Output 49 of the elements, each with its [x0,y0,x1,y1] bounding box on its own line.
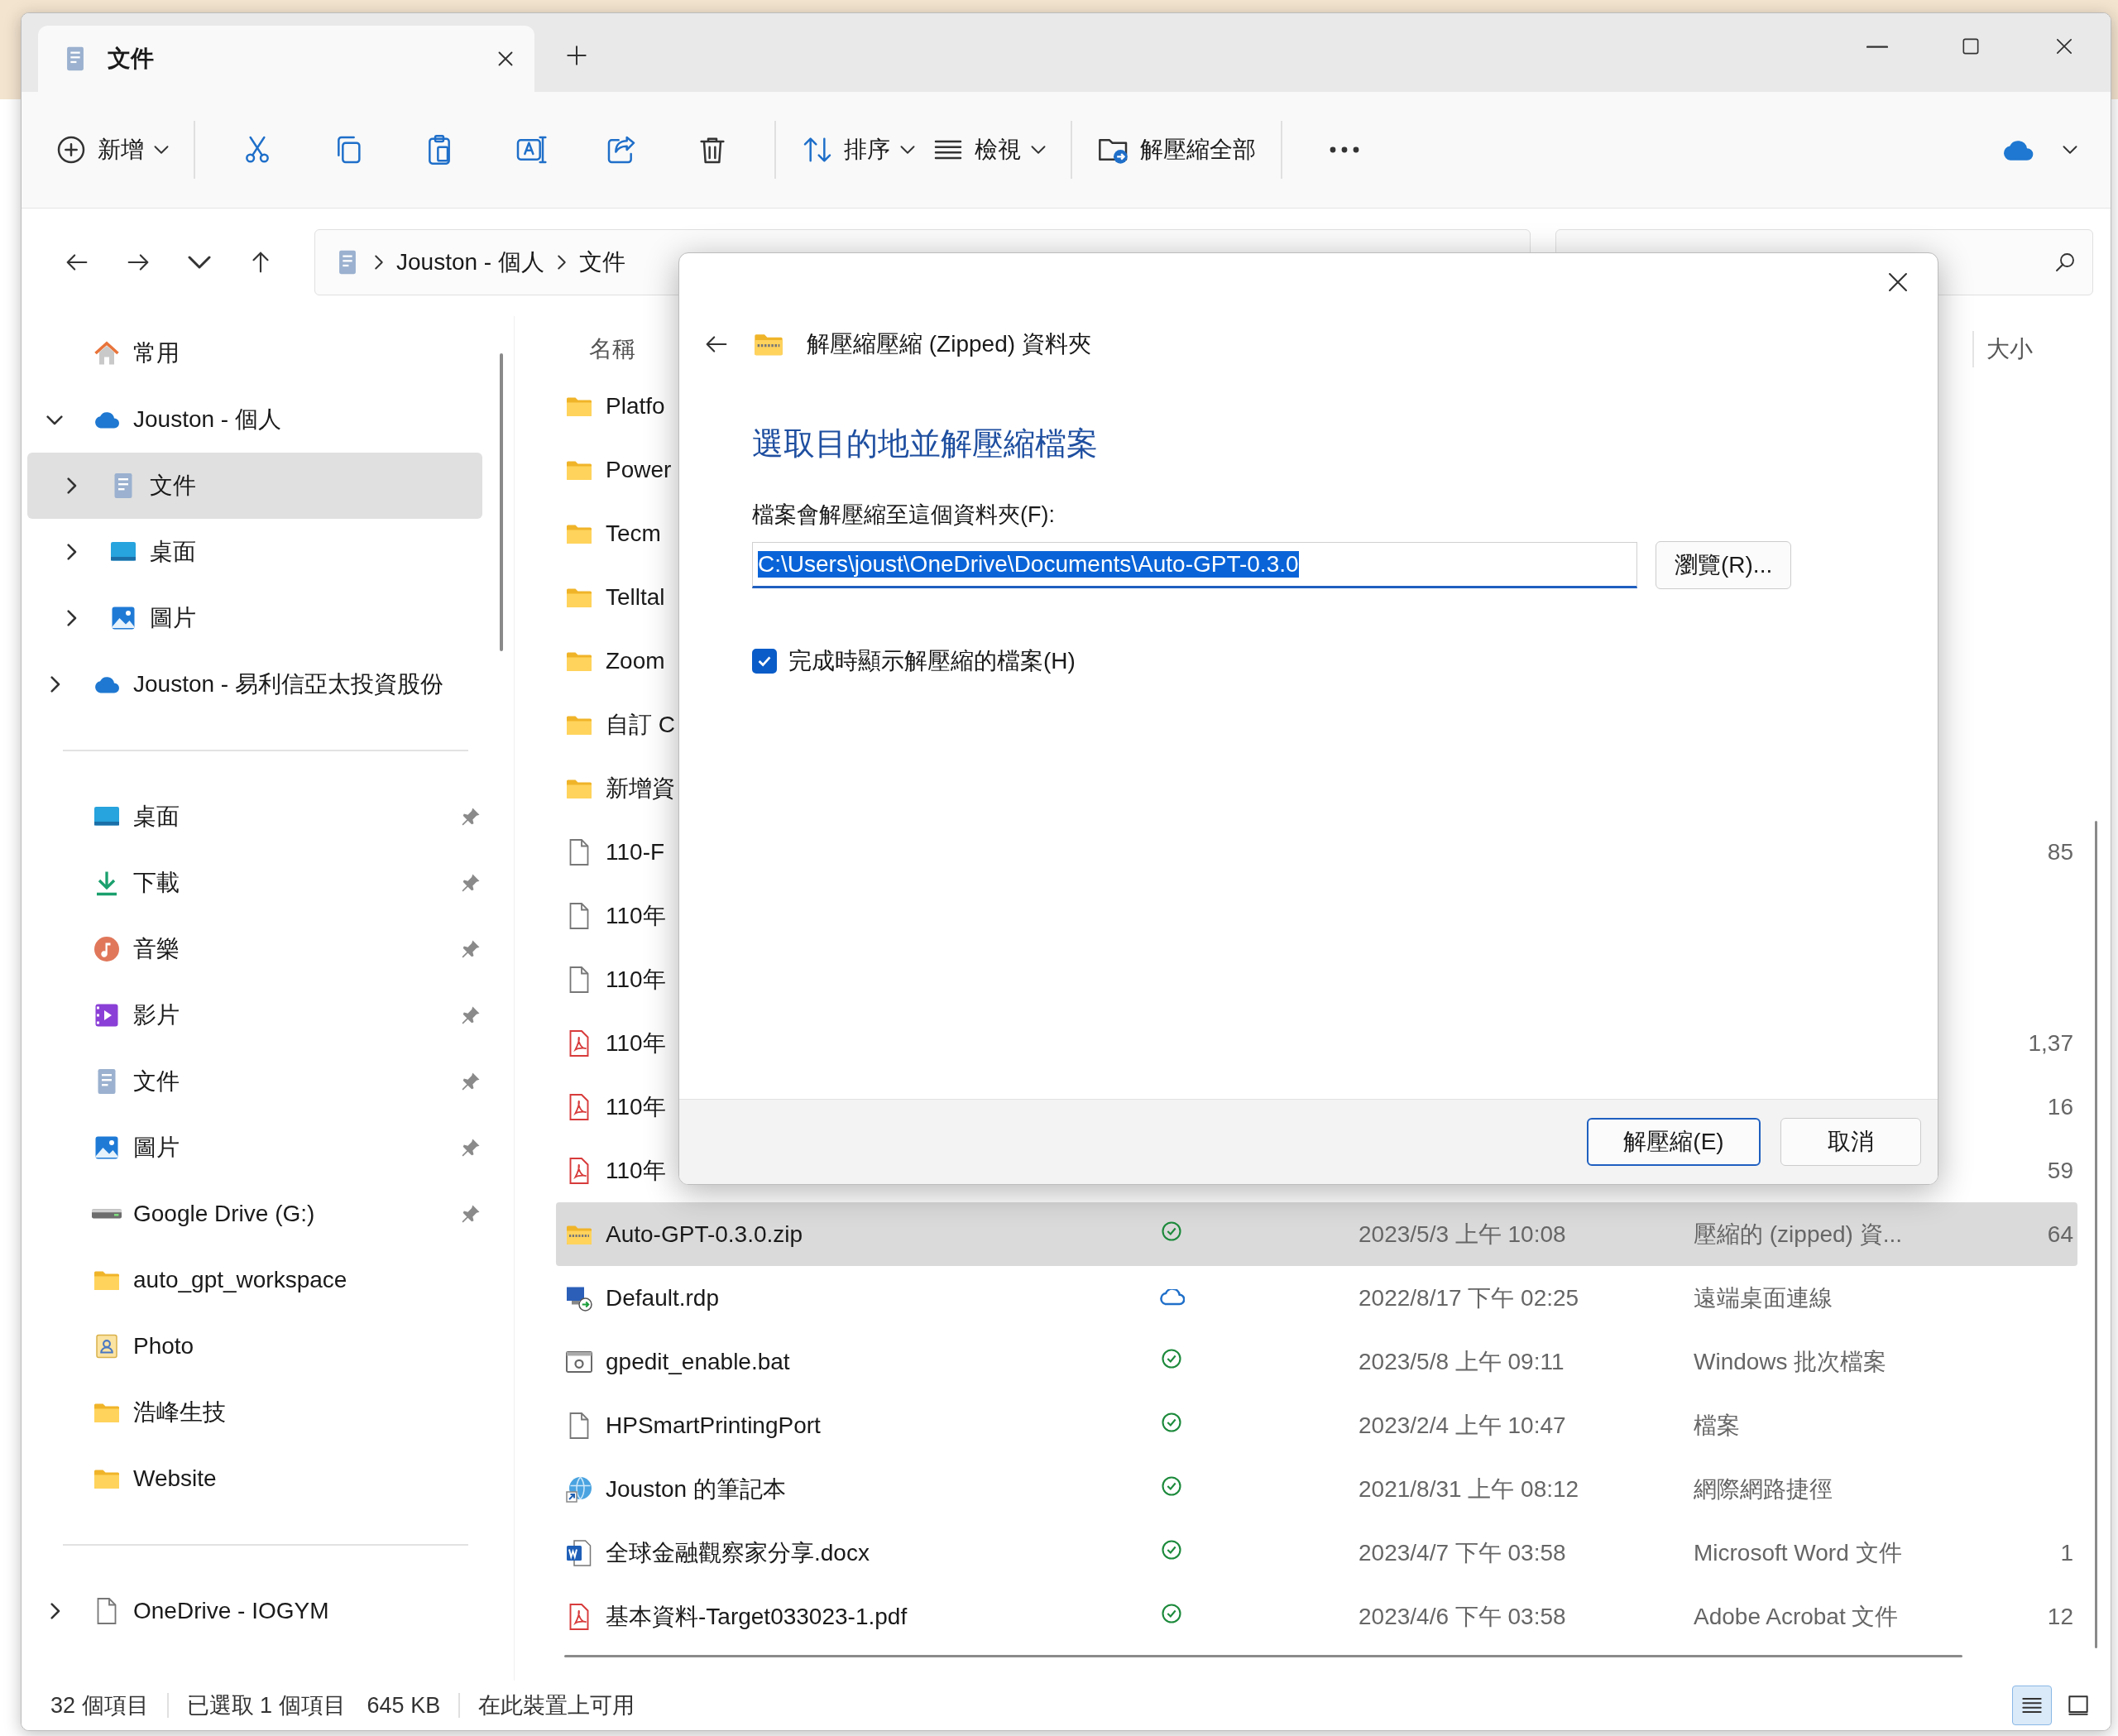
modified-date: 2023/5/3 上午 10:08 [1358,1220,1566,1247]
file-name: Power [606,456,672,483]
file-type: 遠端桌面連線 [1694,1284,1833,1311]
file-type: 檔案 [1694,1412,1740,1438]
file-type: Windows 批次檔案 [1694,1348,1887,1374]
file-name: 110年 [606,901,666,930]
file-name: Platfo [606,392,665,420]
checkbox-label: 完成時顯示解壓縮的檔案(H) [788,647,1076,675]
file-size: 1,37 [2028,1029,2073,1057]
modified-date: 2021/8/31 上午 08:12 [1358,1475,1579,1502]
file-name: 110年 [606,1156,666,1185]
dialog-heading: 選取目的地並解壓縮檔案 [752,425,1099,463]
file-name: Auto-GPT-0.3.0.zip [606,1220,803,1248]
file-name: Zoom [606,647,665,674]
file-type: Adobe Acrobat 文件 [1694,1603,1899,1629]
modified-date: 2023/5/8 上午 09:11 [1358,1348,1565,1374]
file-name: Default.rdp [606,1284,719,1312]
modified-date: 2023/2/4 上午 10:47 [1358,1412,1566,1438]
file-size: 1 [2060,1539,2073,1566]
modified-date: 2022/8/17 下午 02:25 [1358,1284,1579,1311]
dialog-title: 解壓縮壓縮 (Zipped) 資料夾 [807,330,1091,358]
file-name: Jouston 的筆記本 [606,1475,786,1503]
file-name: HPSmartPrintingPort [606,1412,821,1439]
file-name: 110年 [606,1029,666,1057]
file-name: Tecm [606,520,661,547]
file-name: 新增資 [606,774,675,803]
field-label: 檔案會解壓縮至這個資料夾(F): [752,501,1056,529]
file-name: 自訂 C [606,710,675,739]
selection-size: 645 KB [367,1692,441,1719]
item-count: 32 個項目 [50,1692,149,1719]
file-size: 59 [2047,1157,2073,1184]
file-name: 基本資料-Target033023-1.pdf [606,1602,908,1631]
selection-count: 已選取 1 個項目 [186,1692,346,1719]
file-type: 網際網路捷徑 [1694,1475,1833,1502]
file-size: 16 [2047,1093,2073,1120]
file-name: 110-F [606,838,665,866]
modified-date: 2023/4/7 下午 03:58 [1358,1539,1566,1566]
file-name: 110年 [606,965,666,994]
file-type: 壓縮的 (zipped) 資... [1694,1220,1903,1247]
file-name: gpedit_enable.bat [606,1348,790,1375]
file-name: 全球金融觀察家分享.docx [606,1538,870,1567]
availability-status: 在此裝置上可用 [478,1692,635,1719]
file-type: Microsoft Word 文件 [1694,1539,1902,1566]
file-name: 110年 [606,1092,666,1121]
file-size: 64 [2047,1220,2073,1248]
file-name: Telltal [606,583,665,611]
file-size: 12 [2047,1603,2073,1630]
modified-date: 2023/4/6 下午 03:58 [1358,1603,1566,1629]
file-size: 85 [2047,838,2073,866]
